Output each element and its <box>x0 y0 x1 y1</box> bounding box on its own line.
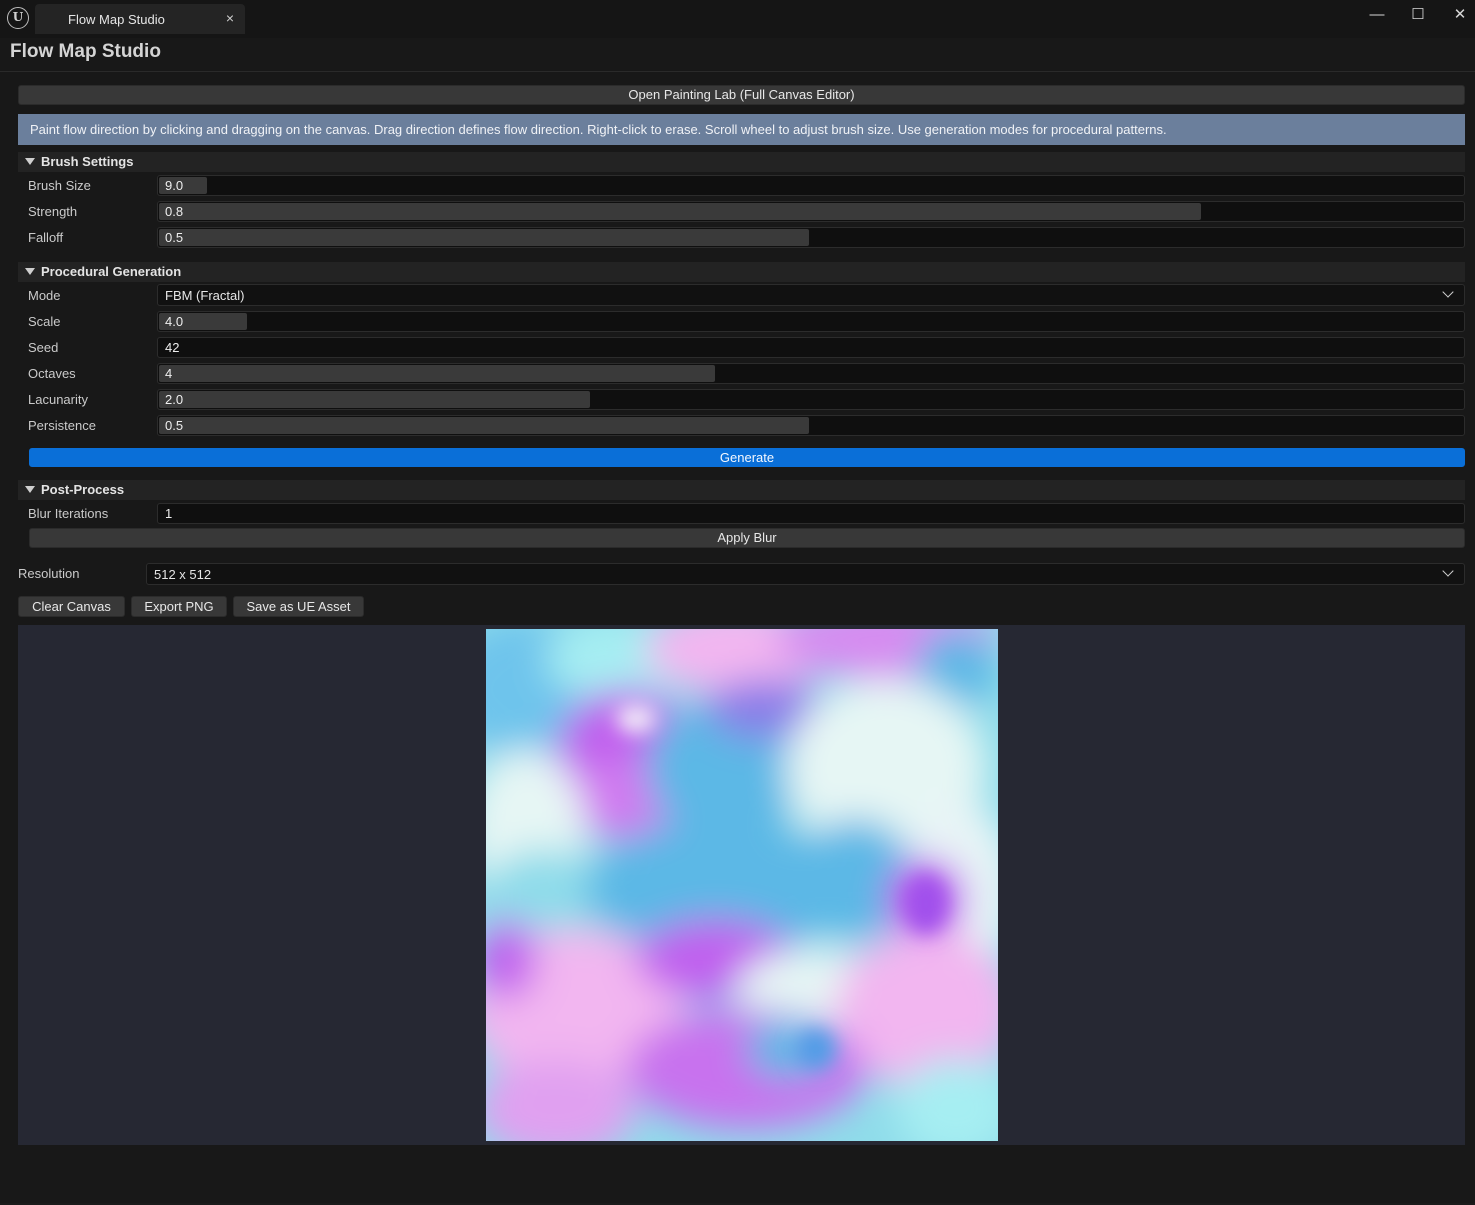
scale-slider[interactable]: 4.0 <box>157 311 1465 332</box>
collapse-triangle-icon <box>25 486 35 493</box>
blur-iterations-input[interactable]: 1 <box>157 503 1465 524</box>
chevron-down-icon <box>1442 286 1454 298</box>
seed-input[interactable]: 42 <box>157 337 1465 358</box>
section-title: Brush Settings <box>41 154 134 169</box>
slider-fill <box>159 365 715 382</box>
chevron-down-icon <box>1442 565 1454 577</box>
lacunarity-slider[interactable]: 2.0 <box>157 389 1465 410</box>
minimize-button[interactable]: — <box>1362 4 1392 28</box>
slider-value: 2.0 <box>165 392 184 407</box>
brush-size-label: Brush Size <box>28 178 91 193</box>
app-header: Flow Map Studio <box>0 38 1475 72</box>
open-painting-lab-button[interactable]: Open Painting Lab (Full Canvas Editor) <box>18 85 1465 105</box>
section-title: Procedural Generation <box>41 264 182 279</box>
strength-slider[interactable]: 0.8 <box>157 201 1465 222</box>
collapse-triangle-icon <box>25 158 35 165</box>
resolution-dropdown[interactable]: 512 x 512 <box>146 563 1465 585</box>
slider-fill <box>159 417 809 434</box>
lacunarity-label: Lacunarity <box>28 392 88 407</box>
slider-value: 0.5 <box>165 418 184 433</box>
tab-close-icon[interactable]: × <box>226 10 234 26</box>
input-value: 42 <box>165 340 180 355</box>
flow-map-image <box>486 629 998 1141</box>
seed-label: Seed <box>28 340 59 355</box>
slider-fill <box>159 229 809 246</box>
apply-blur-button[interactable]: Apply Blur <box>29 528 1465 548</box>
section-post-process[interactable]: Post-Process <box>18 480 1465 500</box>
title-bar: U Flow Map Studio × — ☐ ✕ <box>0 0 1475 38</box>
dropdown-value: FBM (Fractal) <box>165 288 245 303</box>
slider-value: 0.8 <box>165 204 184 219</box>
brush-size-slider[interactable]: 9.0 <box>157 175 1465 196</box>
strength-label: Strength <box>28 204 78 219</box>
slider-value: 0.5 <box>165 230 184 245</box>
octaves-label: Octaves <box>28 366 76 381</box>
dropdown-value: 512 x 512 <box>154 567 212 582</box>
section-procedural-generation[interactable]: Procedural Generation <box>18 262 1465 282</box>
scale-label: Scale <box>28 314 61 329</box>
flow-map-canvas[interactable] <box>486 629 998 1141</box>
save-ue-asset-button[interactable]: Save as UE Asset <box>233 596 364 617</box>
falloff-label: Falloff <box>28 230 64 245</box>
export-png-button[interactable]: Export PNG <box>131 596 227 617</box>
persistence-slider[interactable]: 0.5 <box>157 415 1465 436</box>
maximize-button[interactable]: ☐ <box>1403 4 1433 28</box>
mode-dropdown[interactable]: FBM (Fractal) <box>157 284 1465 306</box>
slider-fill <box>159 391 590 408</box>
octaves-slider[interactable]: 4 <box>157 363 1465 384</box>
tab-label: Flow Map Studio <box>68 12 165 27</box>
page-title: Flow Map Studio <box>10 41 161 62</box>
persistence-label: Persistence <box>28 418 96 433</box>
slider-value: 4 <box>165 366 173 381</box>
blur-iterations-label: Blur Iterations <box>28 506 109 521</box>
tab-flow-map-studio[interactable]: Flow Map Studio × <box>35 4 245 34</box>
clear-canvas-button[interactable]: Clear Canvas <box>18 596 125 617</box>
slider-value: 9.0 <box>165 178 184 193</box>
generate-button[interactable]: Generate <box>29 448 1465 467</box>
mode-label: Mode <box>28 288 61 303</box>
collapse-triangle-icon <box>25 268 35 275</box>
info-banner: Paint flow direction by clicking and dra… <box>18 114 1465 145</box>
section-title: Post-Process <box>41 482 125 497</box>
falloff-slider[interactable]: 0.5 <box>157 227 1465 248</box>
section-brush-settings[interactable]: Brush Settings <box>18 152 1465 172</box>
resolution-label: Resolution <box>18 566 80 581</box>
input-value: 1 <box>165 506 173 521</box>
slider-fill <box>159 203 1201 220</box>
unreal-logo-icon: U <box>7 7 29 29</box>
slider-value: 4.0 <box>165 314 184 329</box>
close-window-button[interactable]: ✕ <box>1445 4 1475 28</box>
